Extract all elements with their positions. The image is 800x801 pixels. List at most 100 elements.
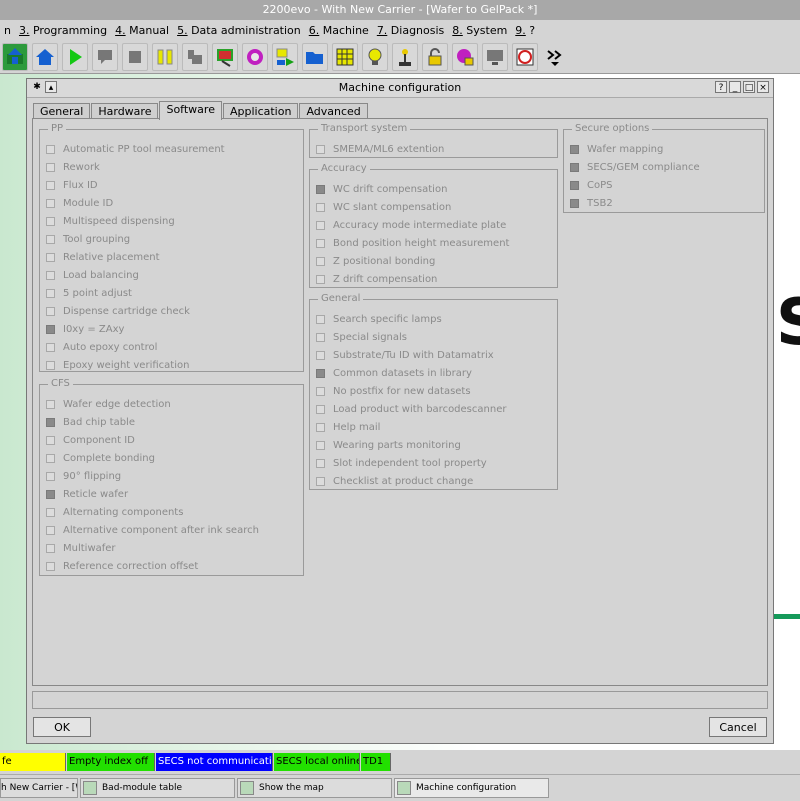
option-row[interactable]: Reticle wafer (46, 485, 128, 503)
maximize-icon[interactable]: □ (743, 81, 755, 93)
option-checkbox[interactable] (46, 561, 55, 571)
option-checkbox[interactable] (46, 252, 55, 262)
option-checkbox[interactable] (46, 234, 55, 244)
option-row[interactable]: Z drift compensation (316, 270, 437, 288)
lock-icon[interactable] (422, 42, 448, 71)
comment-icon[interactable] (92, 42, 118, 71)
option-row[interactable]: 5 point adjust (46, 284, 132, 302)
tab-software[interactable]: Software (159, 101, 222, 120)
menu-manual[interactable]: 4. Manual (111, 24, 173, 37)
option-checkbox[interactable] (316, 314, 325, 324)
option-row[interactable]: TSB2 (570, 194, 613, 212)
menu-machine[interactable]: 6. Machine (305, 24, 373, 37)
monitor-icon[interactable] (482, 42, 508, 71)
option-checkbox[interactable] (46, 180, 55, 190)
option-row[interactable]: Multiwafer (46, 539, 116, 557)
option-checkbox[interactable] (46, 144, 55, 154)
pause-icon[interactable] (152, 42, 178, 71)
option-checkbox[interactable] (46, 270, 55, 280)
load-icon[interactable] (272, 42, 298, 71)
stop-icon[interactable] (122, 42, 148, 71)
option-checkbox[interactable] (316, 350, 325, 360)
option-checkbox[interactable] (316, 368, 325, 378)
option-row[interactable]: Wafer mapping (570, 140, 663, 158)
taskbar-item-bad-module-table[interactable]: Bad-module table (80, 778, 235, 798)
option-row[interactable]: Bad chip table (46, 413, 135, 431)
option-row[interactable]: Flux ID (46, 176, 98, 194)
option-checkbox[interactable] (46, 435, 55, 445)
map-icon[interactable] (212, 42, 238, 71)
pin-icon[interactable]: ✱ (31, 81, 43, 93)
option-row[interactable]: Alternating components (46, 503, 183, 521)
option-checkbox[interactable] (46, 417, 55, 427)
option-row[interactable]: SMEMA/ML6 extention (316, 140, 444, 158)
menu-item-partial[interactable]: n (0, 24, 15, 37)
option-checkbox[interactable] (46, 489, 55, 499)
option-row[interactable]: Wearing parts monitoring (316, 436, 461, 454)
option-checkbox[interactable] (316, 476, 325, 486)
menu-data-administration[interactable]: 5. Data administration (173, 24, 305, 37)
joystick-icon[interactable] (392, 42, 418, 71)
play-icon[interactable] (62, 42, 88, 71)
option-row[interactable]: Rework (46, 158, 100, 176)
option-checkbox[interactable] (316, 422, 325, 432)
option-row[interactable]: Common datasets in library (316, 364, 472, 382)
option-checkbox[interactable] (46, 360, 55, 370)
option-row[interactable]: Dispense cartridge check (46, 302, 190, 320)
option-row[interactable]: Automatic PP tool measurement (46, 140, 225, 158)
menu-help[interactable]: 9. ? (511, 24, 539, 37)
option-checkbox[interactable] (46, 288, 55, 298)
option-checkbox[interactable] (46, 543, 55, 553)
option-row[interactable]: Auto epoxy control (46, 338, 157, 356)
open-folder-icon[interactable] (302, 42, 328, 71)
option-row[interactable]: Help mail (316, 418, 380, 436)
lamp-icon[interactable] (362, 42, 388, 71)
option-row[interactable]: Complete bonding (46, 449, 155, 467)
option-row[interactable]: Alternative component after ink search (46, 521, 259, 539)
wafer-icon[interactable] (512, 42, 538, 71)
option-checkbox[interactable] (570, 162, 579, 172)
taskbar-item-machine-configuration[interactable]: Machine configuration (394, 778, 549, 798)
option-row[interactable]: Substrate/Tu ID with Datamatrix (316, 346, 494, 364)
option-row[interactable]: Bond position height measurement (316, 234, 509, 252)
option-checkbox[interactable] (46, 306, 55, 316)
option-checkbox[interactable] (316, 386, 325, 396)
option-row[interactable]: CoPS (570, 176, 612, 194)
close-icon[interactable]: × (757, 81, 769, 93)
option-row[interactable]: Multispeed dispensing (46, 212, 175, 230)
option-row[interactable]: Epoxy weight verification (46, 356, 189, 374)
option-checkbox[interactable] (316, 238, 325, 248)
menu-system[interactable]: 8. System (448, 24, 511, 37)
option-checkbox[interactable] (316, 202, 325, 212)
help-icon[interactable]: ? (715, 81, 727, 93)
step-icon[interactable] (182, 42, 208, 71)
option-row[interactable]: Wafer edge detection (46, 395, 171, 413)
option-checkbox[interactable] (316, 274, 325, 284)
option-checkbox[interactable] (570, 144, 579, 154)
option-row[interactable]: No postfix for new datasets (316, 382, 471, 400)
option-checkbox[interactable] (316, 458, 325, 468)
option-checkbox[interactable] (316, 144, 325, 154)
menu-programming[interactable]: 3. Programming (15, 24, 111, 37)
cancel-button[interactable]: Cancel (709, 717, 767, 737)
option-row[interactable]: Slot independent tool property (316, 454, 487, 472)
option-checkbox[interactable] (316, 440, 325, 450)
option-row[interactable]: Load product with barcodescanner (316, 400, 506, 418)
option-checkbox[interactable] (46, 399, 55, 409)
option-row[interactable]: I0xy = ZAxy (46, 320, 124, 338)
option-checkbox[interactable] (46, 324, 55, 334)
option-checkbox[interactable] (46, 507, 55, 517)
option-row[interactable]: Relative placement (46, 248, 160, 266)
option-checkbox[interactable] (316, 220, 325, 230)
option-checkbox[interactable] (316, 184, 325, 194)
menu-diagnosis[interactable]: 7. Diagnosis (373, 24, 448, 37)
option-row[interactable]: Special signals (316, 328, 407, 346)
machine-icon[interactable] (2, 42, 28, 71)
option-row[interactable]: WC slant compensation (316, 198, 451, 216)
option-row[interactable]: Component ID (46, 431, 135, 449)
option-checkbox[interactable] (46, 216, 55, 226)
option-checkbox[interactable] (46, 342, 55, 352)
option-row[interactable]: 90° flipping (46, 467, 121, 485)
option-row[interactable]: Search specific lamps (316, 310, 442, 328)
option-checkbox[interactable] (570, 180, 579, 190)
